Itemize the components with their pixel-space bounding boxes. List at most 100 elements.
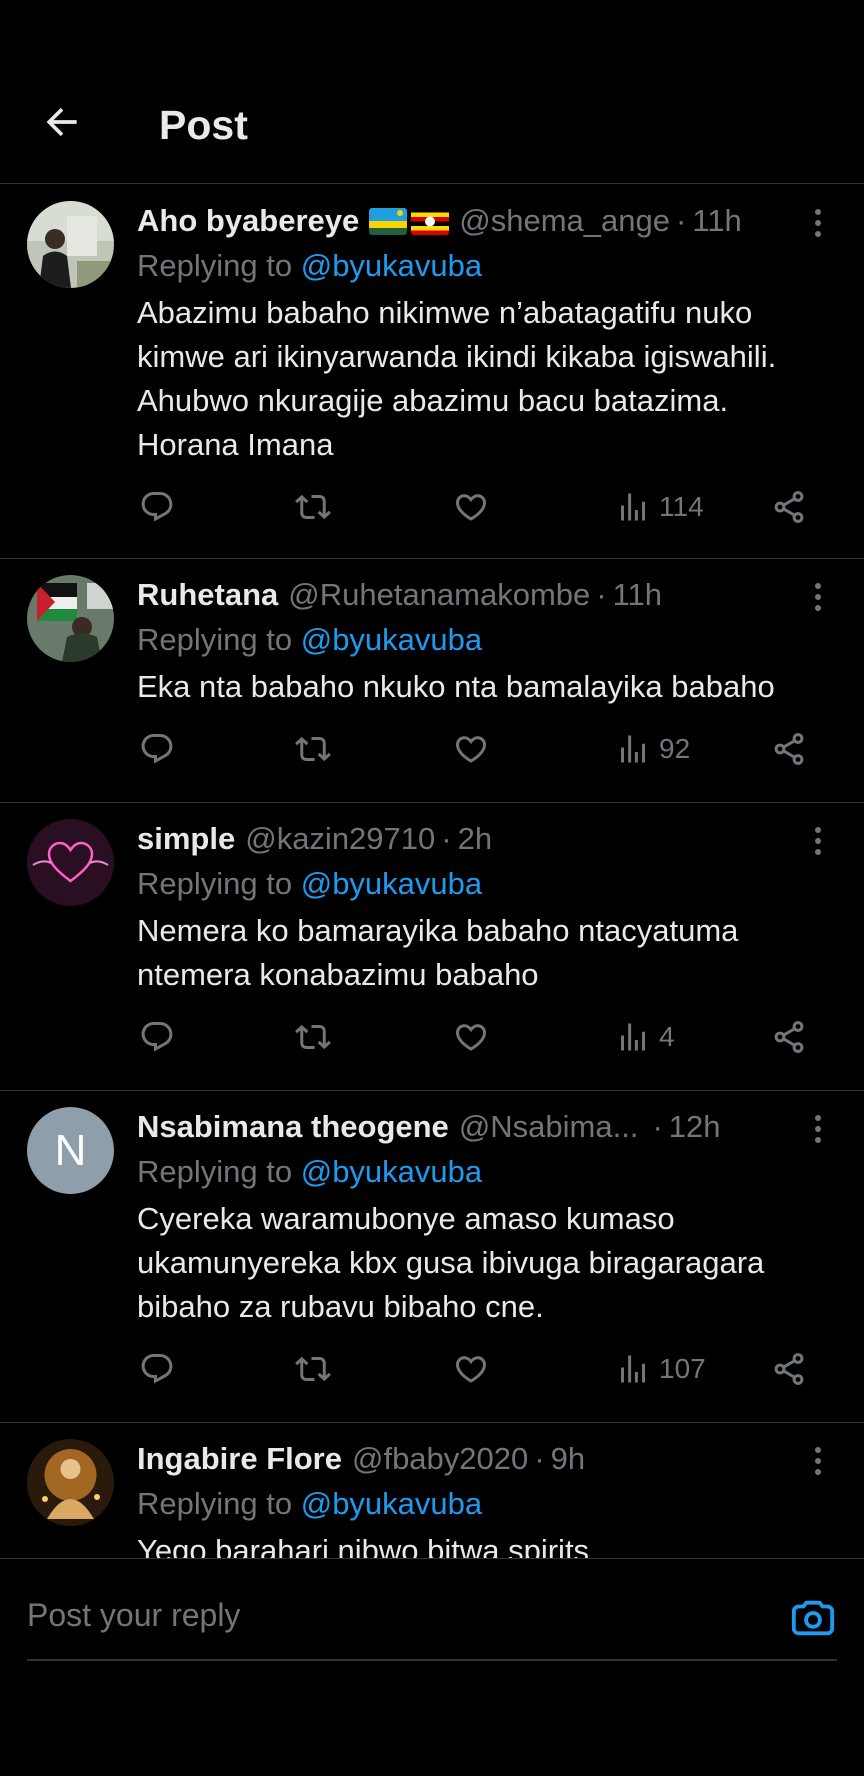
timestamp[interactable]: 2h [458, 817, 492, 861]
share-icon [774, 1021, 804, 1053]
avatar[interactable]: N [27, 1107, 114, 1194]
like-button[interactable] [453, 485, 489, 529]
replies-list[interactable]: Aho byabereye @shema_ange · 11h Replying… [0, 185, 864, 1558]
reply-text: Cyereka waramubonye amaso kumaso ukamuny… [137, 1201, 765, 1324]
more-options-button[interactable] [798, 577, 838, 617]
replying-to-mention[interactable]: @byukavuba [301, 622, 482, 657]
reply-text: Eka nta babaho nkuko nta bamalayika baba… [137, 669, 775, 704]
page-title: Post [159, 102, 248, 148]
views-count: 107 [659, 1353, 706, 1384]
reply-item[interactable]: simple @kazin29710 · 2h Replying to @byu… [0, 803, 864, 1091]
replying-to-label: Replying to [137, 622, 293, 657]
back-arrow-icon [46, 107, 77, 137]
reply-button[interactable] [139, 727, 175, 771]
separator-dot: · [534, 1441, 545, 1476]
header: Post [0, 0, 864, 184]
reply-icon [141, 1022, 173, 1052]
replying-to-label: Replying to [137, 866, 293, 901]
user-handle[interactable]: @fbaby2020 [352, 1437, 528, 1481]
user-handle[interactable]: @Ruhetanamakombe [288, 573, 590, 617]
display-name[interactable]: Nsabimana theogene [137, 1105, 449, 1149]
reply-meta: Ingabire Flore @fbaby2020 · 9h [137, 1437, 838, 1481]
like-button[interactable] [453, 1015, 489, 1059]
more-vertical-icon [815, 1447, 821, 1475]
avatar[interactable] [27, 819, 114, 906]
reply-text: Nemera ko bamarayika babaho ntacyatuma n… [137, 913, 739, 992]
share-icon [774, 491, 804, 523]
reply-item[interactable]: Aho byabereye @shema_ange · 11h Replying… [0, 185, 864, 559]
screen: Post Aho byabereye @shema_ange · 11h Rep… [0, 0, 864, 1776]
timestamp[interactable]: 12h [669, 1105, 721, 1149]
action-bar: 4 [137, 997, 838, 1093]
display-name[interactable]: Ruhetana [137, 573, 278, 617]
views-chart-icon [621, 493, 645, 521]
more-options-button[interactable] [798, 1441, 838, 1481]
reply-meta: simple @kazin29710 · 2h [137, 817, 838, 861]
reply-item[interactable]: Ingabire Flore @fbaby2020 · 9h Replying … [0, 1423, 864, 1558]
repost-icon [295, 494, 331, 520]
reply-item[interactable]: Ruhetana @Ruhetanamakombe · 11h Replying… [0, 559, 864, 803]
avatar[interactable] [27, 201, 114, 288]
camera-button[interactable] [790, 1595, 836, 1641]
repost-icon [295, 1356, 331, 1382]
heart-icon [455, 1356, 487, 1383]
repost-button[interactable] [295, 1015, 331, 1059]
replying-to-mention[interactable]: @byukavuba [301, 866, 482, 901]
reply-input[interactable]: Post your reply [27, 1589, 787, 1641]
reply-text: Yego barahari nibwo bitwa spirits [137, 1533, 590, 1558]
more-options-button[interactable] [798, 821, 838, 861]
more-options-button[interactable] [798, 1109, 838, 1149]
reply-item[interactable]: N Nsabimana theogene @Nsabima... · 12h R… [0, 1091, 864, 1423]
more-options-button[interactable] [798, 203, 838, 243]
reply-icon [141, 734, 173, 764]
views-button[interactable]: 92 [615, 727, 690, 771]
display-name[interactable]: Ingabire Flore [137, 1437, 342, 1481]
share-button[interactable] [771, 1015, 807, 1059]
replying-to-line: Replying to @byukavuba [137, 1149, 838, 1195]
replying-to-label: Replying to [137, 1154, 293, 1189]
repost-button[interactable] [295, 485, 331, 529]
reply-button[interactable] [139, 1347, 175, 1391]
reply-icon [141, 1354, 173, 1384]
display-name[interactable]: simple [137, 817, 235, 861]
avatar[interactable] [27, 575, 114, 662]
display-name[interactable]: Aho byabereye [137, 199, 359, 243]
uganda-flag-icon [411, 208, 450, 235]
user-handle[interactable]: @Nsabima... [459, 1105, 639, 1149]
like-button[interactable] [453, 727, 489, 771]
reply-button[interactable] [139, 485, 175, 529]
share-button[interactable] [771, 485, 807, 529]
avatar-neon-heart-icon [27, 819, 114, 906]
more-vertical-icon [815, 209, 821, 237]
reply-text: Abazimu babaho nikimwe n’abatagatifu nuk… [137, 295, 777, 462]
reply-button[interactable] [139, 1015, 175, 1059]
timestamp[interactable]: 11h [692, 199, 741, 243]
action-bar: 92 [137, 709, 838, 805]
timestamp[interactable]: 9h [551, 1437, 585, 1481]
action-bar: 107 [137, 1329, 838, 1425]
share-icon [774, 733, 804, 765]
repost-button[interactable] [295, 727, 331, 771]
user-handle[interactable]: @shema_ange [459, 199, 670, 243]
views-button[interactable]: 114 [615, 485, 704, 529]
replying-to-mention[interactable]: @byukavuba [301, 1154, 482, 1189]
views-button[interactable]: 4 [615, 1015, 675, 1059]
views-button[interactable]: 107 [615, 1347, 706, 1391]
share-button[interactable] [771, 727, 807, 771]
avatar[interactable] [27, 1439, 114, 1526]
views-chart-icon [621, 735, 645, 763]
share-button[interactable] [771, 1347, 807, 1391]
timestamp[interactable]: 11h [613, 573, 662, 617]
separator-dot: · [675, 203, 687, 238]
action-bar: 114 [137, 467, 838, 563]
user-handle[interactable]: @kazin29710 [245, 817, 435, 861]
replying-to-mention[interactable]: @byukavuba [301, 1486, 482, 1521]
replying-to-mention[interactable]: @byukavuba [301, 248, 482, 283]
reply-meta: Ruhetana @Ruhetanamakombe · 11h [137, 573, 838, 617]
repost-button[interactable] [295, 1347, 331, 1391]
avatar-photo-icon [27, 575, 114, 662]
heart-icon [455, 1024, 487, 1051]
like-button[interactable] [453, 1347, 489, 1391]
back-button[interactable] [40, 100, 84, 144]
camera-icon [791, 1600, 835, 1636]
